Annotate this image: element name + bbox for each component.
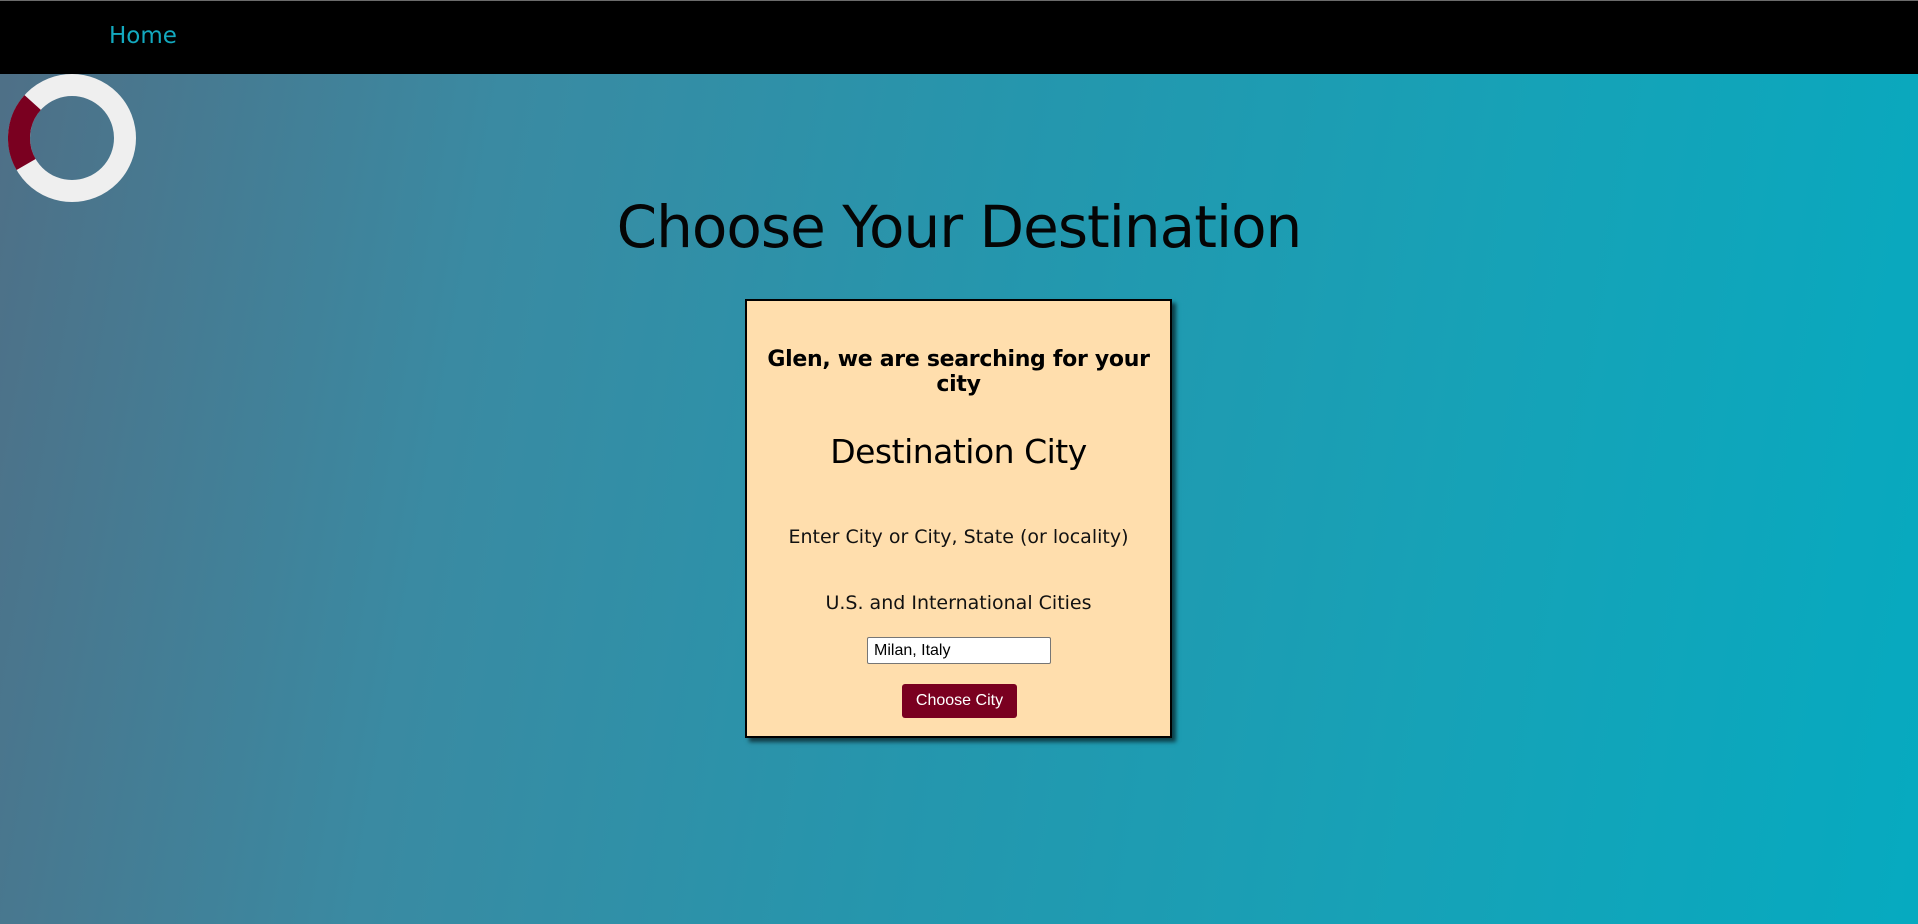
- loading-spinner-icon: [8, 74, 136, 202]
- city-instruction: Enter City or City, State (or locality): [788, 526, 1129, 548]
- city-input[interactable]: [867, 637, 1051, 664]
- cities-subtext: U.S. and International Cities: [825, 592, 1092, 614]
- destination-heading: Destination City: [830, 432, 1087, 471]
- choose-city-button[interactable]: Choose City: [902, 684, 1017, 718]
- search-greeting: Glen, we are searching for your city: [767, 347, 1150, 397]
- spinner-track: [8, 74, 136, 202]
- page-title: Choose Your Destination: [616, 193, 1303, 261]
- top-navbar: Home: [0, 0, 1918, 74]
- destination-card: Glen, we are searching for your city Des…: [745, 299, 1172, 738]
- nav-home-link[interactable]: Home: [109, 23, 177, 49]
